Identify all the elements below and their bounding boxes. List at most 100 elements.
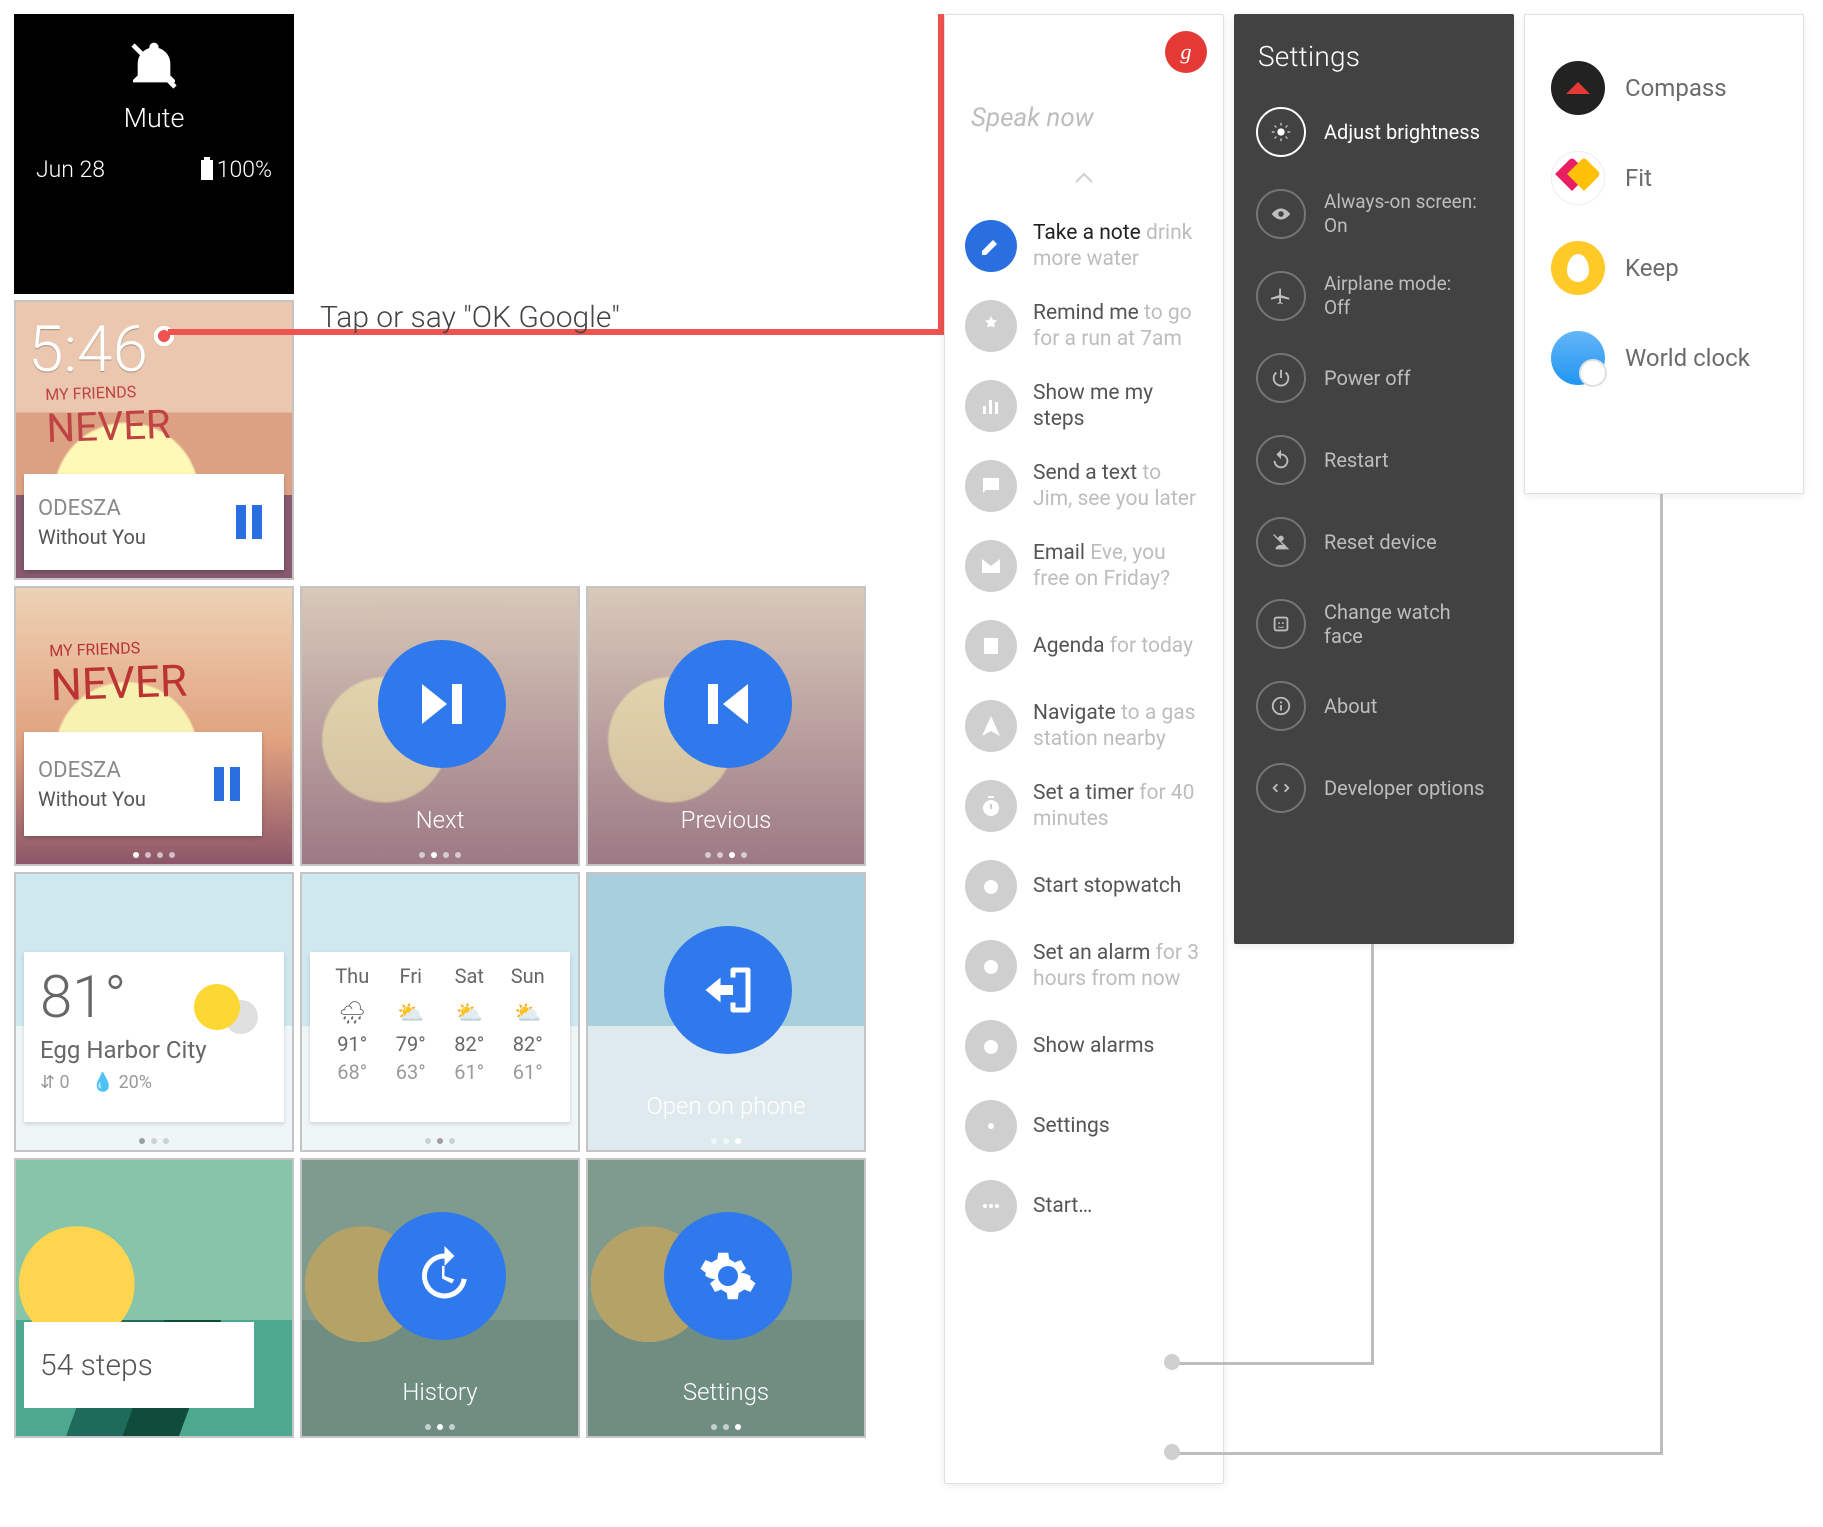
eye-icon xyxy=(1256,189,1306,239)
info-icon xyxy=(1256,681,1306,731)
settings-item-dev[interactable]: Developer options xyxy=(1234,747,1514,829)
voice-item-agenda[interactable]: Agenda for today xyxy=(945,606,1223,686)
settings-tile[interactable]: Settings xyxy=(586,1158,866,1438)
app-label: World clock xyxy=(1625,344,1750,372)
watchface-tile[interactable]: MY FRIENDS NEVER 5:46 ODESZA Without You xyxy=(14,300,294,580)
settings-item-info[interactable]: About xyxy=(1234,665,1514,747)
steps-card: 54 steps xyxy=(24,1322,254,1408)
settings-item-power[interactable]: Power off xyxy=(1234,337,1514,419)
open-on-phone-tile[interactable]: Open on phone xyxy=(586,872,866,1152)
city-label: Egg Harbor City xyxy=(40,1036,268,1064)
forecast-low: 61° xyxy=(502,1060,555,1084)
pause-icon[interactable] xyxy=(214,767,248,801)
forecast-icon: ⛅ xyxy=(443,998,496,1028)
history-button[interactable] xyxy=(378,1212,506,1340)
previous-button[interactable] xyxy=(664,640,792,768)
mute-label: Mute xyxy=(16,102,292,134)
forecast-low: 63° xyxy=(385,1060,438,1084)
brightness-icon xyxy=(1256,107,1306,157)
forecast-icon: ⛅ xyxy=(385,998,438,1028)
voice-item-more[interactable]: Start… xyxy=(945,1166,1223,1246)
settings-panel[interactable]: Settings Adjust brightnessAlways-on scre… xyxy=(1234,14,1514,944)
voice-item-stopwatch[interactable]: Start stopwatch xyxy=(945,846,1223,926)
settings-item-restart[interactable]: Restart xyxy=(1234,419,1514,501)
app-item-keep[interactable]: Keep xyxy=(1525,223,1803,313)
bell-muted-icon xyxy=(126,38,182,94)
voice-item-chart[interactable]: Show me my steps xyxy=(945,366,1223,446)
voice-menu-panel[interactable]: g Speak now Take a note drink more water… xyxy=(944,14,1224,1484)
pencil-icon xyxy=(965,220,1017,272)
voice-item-alarm[interactable]: Set an alarm for 3 hours from now xyxy=(945,926,1223,1006)
weather-card: 81° Egg Harbor City ⇵ 0 💧 20% xyxy=(24,952,284,1122)
stopwatch-icon xyxy=(965,860,1017,912)
timer-icon xyxy=(965,780,1017,832)
history-tile[interactable]: History xyxy=(300,1158,580,1438)
mute-tile[interactable]: Mute Jun 28 100% xyxy=(14,14,294,294)
keep-icon xyxy=(1551,241,1605,295)
forecast-high: 82° xyxy=(443,1032,496,1056)
voice-item-alarms[interactable]: Show alarms xyxy=(945,1006,1223,1086)
page-dots xyxy=(419,852,461,858)
voice-item-reminder[interactable]: Remind me to go for a run at 7am xyxy=(945,286,1223,366)
more-icon xyxy=(965,1180,1017,1232)
music-card[interactable]: ODESZA Without You xyxy=(24,732,262,836)
voice-item-sms[interactable]: Send a text to Jim, see you later xyxy=(945,446,1223,526)
forecast-day: Thu xyxy=(326,964,379,988)
track-label: Without You xyxy=(38,787,146,811)
settings-label: Settings xyxy=(588,1378,864,1406)
settings-item-eye[interactable]: Always-on screen:On xyxy=(1234,173,1514,255)
steps-tile[interactable]: 54 steps xyxy=(14,1158,294,1438)
voice-item-nav[interactable]: Navigate to a gas station nearby xyxy=(945,686,1223,766)
voice-item-pencil[interactable]: Take a note drink more water xyxy=(945,206,1223,286)
page-dots xyxy=(425,1138,455,1144)
voice-item-text: Remind me to go for a run at 7am xyxy=(1033,300,1203,352)
open-on-phone-button[interactable] xyxy=(664,926,792,1054)
mail-icon xyxy=(965,540,1017,592)
app-label: Keep xyxy=(1625,254,1679,282)
app-item-fit[interactable]: Fit xyxy=(1525,133,1803,223)
settings-item-brightness[interactable]: Adjust brightness xyxy=(1234,91,1514,173)
voice-item-text: Navigate to a gas station nearby xyxy=(1033,700,1203,752)
apps-panel[interactable]: CompassFit Keep World clock xyxy=(1524,14,1804,494)
voice-item-mail[interactable]: Email Eve, you free on Friday? xyxy=(945,526,1223,606)
nowplaying-card[interactable]: ODESZA Without You xyxy=(24,474,284,570)
voice-item-text: Settings xyxy=(1033,1113,1110,1139)
agenda-icon xyxy=(965,620,1017,672)
pause-icon[interactable] xyxy=(236,505,270,539)
voice-item-text: Agenda for today xyxy=(1033,633,1193,659)
weather-forecast-tile[interactable]: ThuFriSatSun🌧⛅⛅⛅91°79°82°82°68°63°61°61° xyxy=(300,872,580,1152)
weather-now-tile[interactable]: 81° Egg Harbor City ⇵ 0 💧 20% xyxy=(14,872,294,1152)
voice-item-gear[interactable]: Settings xyxy=(945,1086,1223,1166)
forecast-high: 79° xyxy=(385,1032,438,1056)
app-item-compass[interactable]: Compass xyxy=(1525,43,1803,133)
power-icon xyxy=(1256,353,1306,403)
airplane-icon xyxy=(1256,271,1306,321)
forecast-low: 61° xyxy=(443,1060,496,1084)
battery-indicator: 100% xyxy=(201,156,272,183)
alarm-icon xyxy=(965,940,1017,992)
compass-icon xyxy=(1551,61,1605,115)
nowplaying-tile[interactable]: MY FRIENDS NEVER ODESZA Without You xyxy=(14,586,294,866)
artist-label: ODESZA xyxy=(38,758,146,783)
google-badge[interactable]: g xyxy=(1165,31,1207,73)
settings-button[interactable] xyxy=(664,1212,792,1340)
settings-item-reset[interactable]: Reset device xyxy=(1234,501,1514,583)
voice-item-text: Start stopwatch xyxy=(1033,873,1181,899)
previous-tile[interactable]: Previous xyxy=(586,586,866,866)
voice-item-text: Start… xyxy=(1033,1193,1092,1219)
date-label: Jun 28 xyxy=(36,156,105,183)
settings-item-airplane[interactable]: Airplane mode:Off xyxy=(1234,255,1514,337)
page-dots xyxy=(425,1424,455,1430)
voice-item-timer[interactable]: Set a timer for 40 minutes xyxy=(945,766,1223,846)
chevron-up-icon[interactable] xyxy=(945,169,1223,188)
weather-icon xyxy=(194,984,240,1030)
connector-line xyxy=(1176,1452,1663,1455)
app-item-world[interactable]: World clock xyxy=(1525,313,1803,403)
clock-time: 5:46 xyxy=(28,312,148,387)
previous-label: Previous xyxy=(588,806,864,834)
connector-line xyxy=(1176,1362,1374,1365)
next-button[interactable] xyxy=(378,640,506,768)
nav-icon xyxy=(965,700,1017,752)
next-tile[interactable]: Next xyxy=(300,586,580,866)
settings-item-face[interactable]: Change watch face xyxy=(1234,583,1514,665)
